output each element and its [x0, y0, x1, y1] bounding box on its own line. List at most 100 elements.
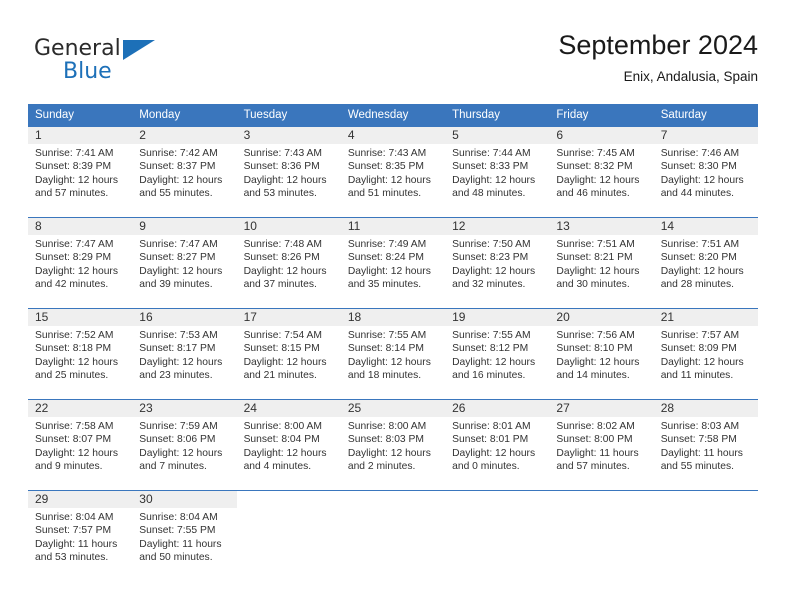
day-number: 25 — [340, 400, 446, 417]
day-details: Sunrise: 8:00 AM Sunset: 8:04 PM Dayligh… — [237, 417, 341, 473]
day-cell[interactable]: 10 Sunrise: 7:48 AM Sunset: 8:26 PM Dayl… — [236, 217, 341, 309]
sunrise-text: Sunrise: 7:48 AM — [243, 239, 322, 250]
daylight-text-line1: Daylight: 12 hours — [243, 356, 327, 368]
day-number: 17 — [236, 309, 341, 326]
daylight-text-line2: and 44 minutes. — [660, 187, 734, 199]
sunrise-text: Sunrise: 8:03 AM — [660, 421, 740, 432]
sunset-text: Sunset: 8:21 PM — [556, 252, 633, 264]
day-cell[interactable]: 17 Sunrise: 7:54 AM Sunset: 8:15 PM Dayl… — [236, 308, 341, 400]
daylight-text-line1: Daylight: 12 hours — [452, 174, 536, 186]
day-number: 4 — [340, 127, 446, 144]
day-cell[interactable]: 15 Sunrise: 7:52 AM Sunset: 8:18 PM Dayl… — [28, 308, 133, 400]
sunrise-text: Sunrise: 7:49 AM — [347, 239, 427, 250]
day-details: Sunrise: 7:47 AM Sunset: 8:27 PM Dayligh… — [132, 235, 236, 291]
sunrise-text: Sunrise: 7:58 AM — [35, 421, 114, 432]
day-cell[interactable]: 19 Sunrise: 7:55 AM Sunset: 8:12 PM Dayl… — [445, 308, 550, 400]
day-cell[interactable]: 29 Sunrise: 8:04 AM Sunset: 7:57 PM Dayl… — [28, 490, 133, 581]
sunrise-text: Sunrise: 7:43 AM — [347, 148, 427, 159]
day-cell[interactable]: 6 Sunrise: 7:45 AM Sunset: 8:32 PM Dayli… — [549, 126, 654, 218]
day-cell[interactable]: 22 Sunrise: 7:58 AM Sunset: 8:07 PM Dayl… — [28, 399, 133, 491]
day-number: 13 — [549, 218, 654, 235]
day-details: Sunrise: 8:02 AM Sunset: 8:00 PM Dayligh… — [549, 417, 653, 473]
day-cell[interactable]: 18 Sunrise: 7:55 AM Sunset: 8:14 PM Dayl… — [340, 308, 446, 400]
page-title: September 2024 — [558, 30, 758, 60]
day-cell[interactable]: 7 Sunrise: 7:46 AM Sunset: 8:30 PM Dayli… — [653, 126, 758, 218]
day-details: Sunrise: 8:04 AM Sunset: 7:57 PM Dayligh… — [28, 508, 132, 564]
day-cell[interactable]: 21 Sunrise: 7:57 AM Sunset: 8:09 PM Dayl… — [653, 308, 758, 400]
weekday-header-friday: Friday — [549, 104, 654, 127]
day-cell[interactable]: 14 Sunrise: 7:51 AM Sunset: 8:20 PM Dayl… — [653, 217, 758, 309]
daylight-text-line1: Daylight: 12 hours — [347, 356, 431, 368]
week-row: 1 Sunrise: 7:41 AM Sunset: 8:39 PM Dayli… — [28, 126, 758, 218]
daylight-text-line2: and 53 minutes. — [243, 187, 317, 199]
day-number: 24 — [236, 400, 341, 417]
sunset-text: Sunset: 8:23 PM — [452, 252, 529, 264]
day-cell[interactable]: 16 Sunrise: 7:53 AM Sunset: 8:17 PM Dayl… — [132, 308, 237, 400]
sunrise-text: Sunrise: 8:01 AM — [452, 421, 531, 432]
day-cell[interactable]: 5 Sunrise: 7:44 AM Sunset: 8:33 PM Dayli… — [445, 126, 550, 218]
day-cell[interactable]: 30 Sunrise: 8:04 AM Sunset: 7:55 PM Dayl… — [132, 490, 237, 581]
day-cell-empty — [236, 490, 341, 581]
sunset-text: Sunset: 8:15 PM — [243, 343, 320, 355]
sunrise-text: Sunrise: 7:55 AM — [452, 330, 531, 341]
day-cell[interactable]: 13 Sunrise: 7:51 AM Sunset: 8:21 PM Dayl… — [549, 217, 654, 309]
sunset-text: Sunset: 8:09 PM — [660, 343, 737, 355]
day-cell[interactable]: 3 Sunrise: 7:43 AM Sunset: 8:36 PM Dayli… — [236, 126, 341, 218]
sunrise-text: Sunrise: 8:00 AM — [243, 421, 322, 432]
sunset-text: Sunset: 8:29 PM — [35, 252, 112, 264]
daylight-text-line2: and 30 minutes. — [556, 278, 630, 290]
day-cell[interactable]: 23 Sunrise: 7:59 AM Sunset: 8:06 PM Dayl… — [132, 399, 237, 491]
day-cell[interactable]: 25 Sunrise: 8:00 AM Sunset: 8:03 PM Dayl… — [340, 399, 446, 491]
weekday-header-sunday: Sunday — [28, 104, 133, 127]
calendar-table: Sunday Monday Tuesday Wednesday Thursday… — [28, 104, 758, 581]
daylight-text-line2: and 53 minutes. — [35, 551, 109, 563]
day-details: Sunrise: 7:43 AM Sunset: 8:35 PM Dayligh… — [341, 144, 445, 200]
daylight-text-line1: Daylight: 12 hours — [35, 174, 118, 186]
day-details: Sunrise: 7:58 AM Sunset: 8:07 PM Dayligh… — [28, 417, 132, 473]
sunrise-text: Sunrise: 8:04 AM — [139, 512, 218, 523]
daylight-text-line1: Daylight: 12 hours — [452, 265, 536, 277]
sunset-text: Sunset: 8:07 PM — [35, 434, 112, 446]
daylight-text-line1: Daylight: 11 hours — [139, 538, 222, 550]
day-cell[interactable]: 24 Sunrise: 8:00 AM Sunset: 8:04 PM Dayl… — [236, 399, 341, 491]
weekday-header-row: Sunday Monday Tuesday Wednesday Thursday… — [28, 104, 758, 127]
day-details: Sunrise: 7:55 AM Sunset: 8:12 PM Dayligh… — [445, 326, 549, 382]
day-number — [340, 491, 446, 508]
day-cell[interactable]: 28 Sunrise: 8:03 AM Sunset: 7:58 PM Dayl… — [653, 399, 758, 491]
day-details: Sunrise: 7:53 AM Sunset: 8:17 PM Dayligh… — [132, 326, 236, 382]
logo-text-blue: Blue — [63, 59, 112, 84]
day-cell[interactable]: 20 Sunrise: 7:56 AM Sunset: 8:10 PM Dayl… — [549, 308, 654, 400]
day-details: Sunrise: 7:51 AM Sunset: 8:21 PM Dayligh… — [549, 235, 653, 291]
general-blue-logo[interactable]: General Blue — [34, 36, 234, 94]
day-details: Sunrise: 7:51 AM Sunset: 8:20 PM Dayligh… — [654, 235, 758, 291]
title-block: September 2024 Enix, Andalusia, Spain — [558, 28, 758, 85]
sunset-text: Sunset: 8:01 PM — [452, 434, 529, 446]
daylight-text-line1: Daylight: 12 hours — [139, 174, 223, 186]
weekday-header-thursday: Thursday — [445, 104, 550, 127]
sunrise-text: Sunrise: 7:51 AM — [556, 239, 635, 250]
day-cell[interactable]: 12 Sunrise: 7:50 AM Sunset: 8:23 PM Dayl… — [445, 217, 550, 309]
daylight-text-line1: Daylight: 11 hours — [35, 538, 118, 550]
day-cell[interactable]: 8 Sunrise: 7:47 AM Sunset: 8:29 PM Dayli… — [28, 217, 133, 309]
sunset-text: Sunset: 8:30 PM — [660, 161, 737, 173]
day-cell[interactable]: 4 Sunrise: 7:43 AM Sunset: 8:35 PM Dayli… — [340, 126, 446, 218]
day-cell[interactable]: 9 Sunrise: 7:47 AM Sunset: 8:27 PM Dayli… — [132, 217, 237, 309]
day-cell[interactable]: 2 Sunrise: 7:42 AM Sunset: 8:37 PM Dayli… — [132, 126, 237, 218]
day-details: Sunrise: 7:54 AM Sunset: 8:15 PM Dayligh… — [237, 326, 341, 382]
day-cell[interactable]: 1 Sunrise: 7:41 AM Sunset: 8:39 PM Dayli… — [28, 126, 133, 218]
day-cell[interactable]: 27 Sunrise: 8:02 AM Sunset: 8:00 PM Dayl… — [549, 399, 654, 491]
sunset-text: Sunset: 8:33 PM — [452, 161, 529, 173]
sunrise-text: Sunrise: 7:42 AM — [139, 148, 218, 159]
day-number: 21 — [653, 309, 758, 326]
weekday-header-monday: Monday — [132, 104, 237, 127]
day-number: 23 — [132, 400, 237, 417]
day-cell[interactable]: 26 Sunrise: 8:01 AM Sunset: 8:01 PM Dayl… — [445, 399, 550, 491]
weekday-header-tuesday: Tuesday — [236, 104, 341, 127]
daylight-text-line1: Daylight: 12 hours — [452, 356, 536, 368]
sunrise-text: Sunrise: 7:45 AM — [556, 148, 635, 159]
daylight-text-line1: Daylight: 12 hours — [660, 265, 744, 277]
daylight-text-line2: and 51 minutes. — [347, 187, 422, 199]
daylight-text-line1: Daylight: 12 hours — [243, 265, 327, 277]
day-cell[interactable]: 11 Sunrise: 7:49 AM Sunset: 8:24 PM Dayl… — [340, 217, 446, 309]
daylight-text-line2: and 28 minutes. — [660, 278, 734, 290]
